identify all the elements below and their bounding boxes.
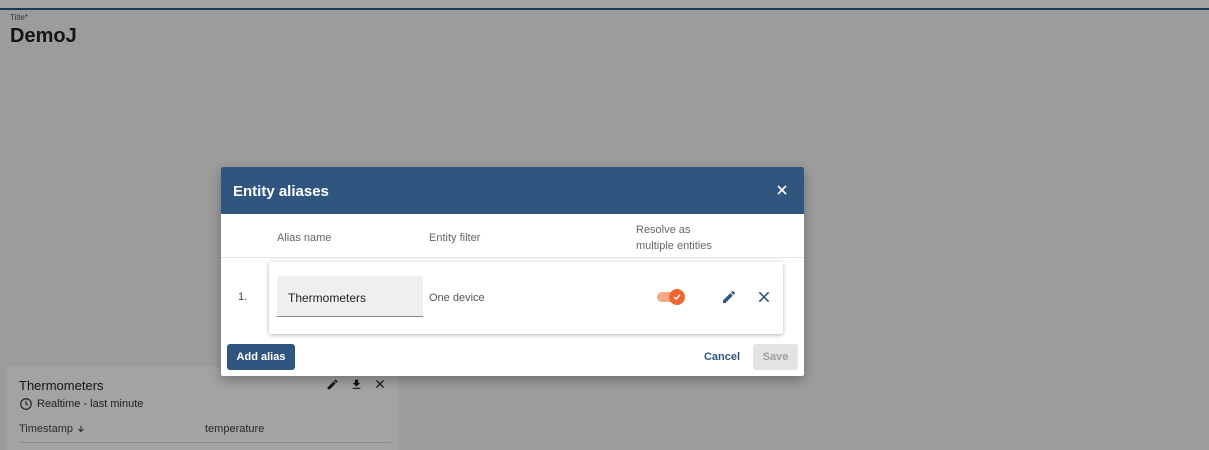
row-index: 1. [238, 291, 248, 303]
resolve-multiple-header: Resolve as multiple entities [636, 222, 712, 254]
entity-filter-value: One device [429, 292, 485, 304]
alias-name-input[interactable]: Thermometers [277, 276, 423, 317]
alias-name-value: Thermometers [288, 291, 367, 305]
dialog-title: Entity aliases [233, 183, 329, 200]
resolve-header-line2: multiple entities [636, 240, 712, 252]
close-icon[interactable] [774, 182, 790, 198]
entity-aliases-dialog: Entity aliases Alias name Entity filter … [221, 167, 804, 376]
add-alias-button[interactable]: Add alias [227, 344, 295, 370]
close-icon[interactable] [757, 290, 771, 304]
alias-table-header: Alias name Entity filter Resolve as mult… [221, 214, 804, 258]
dashboard-page: Title* DemoJ Thermometers Realtime - las… [0, 0, 1209, 450]
alias-name-header: Alias name [277, 232, 332, 244]
pencil-icon[interactable] [721, 289, 737, 305]
resolve-header-line1: Resolve as [636, 224, 691, 236]
toggle-thumb [669, 289, 685, 305]
cancel-button[interactable]: Cancel [696, 344, 748, 370]
check-icon [673, 294, 681, 301]
entity-filter-header: Entity filter [429, 232, 481, 244]
dialog-header: Entity aliases [221, 167, 804, 214]
alias-row: Thermometers One device [269, 262, 783, 334]
save-button[interactable]: Save [753, 344, 798, 370]
resolve-multiple-toggle[interactable] [657, 288, 685, 306]
